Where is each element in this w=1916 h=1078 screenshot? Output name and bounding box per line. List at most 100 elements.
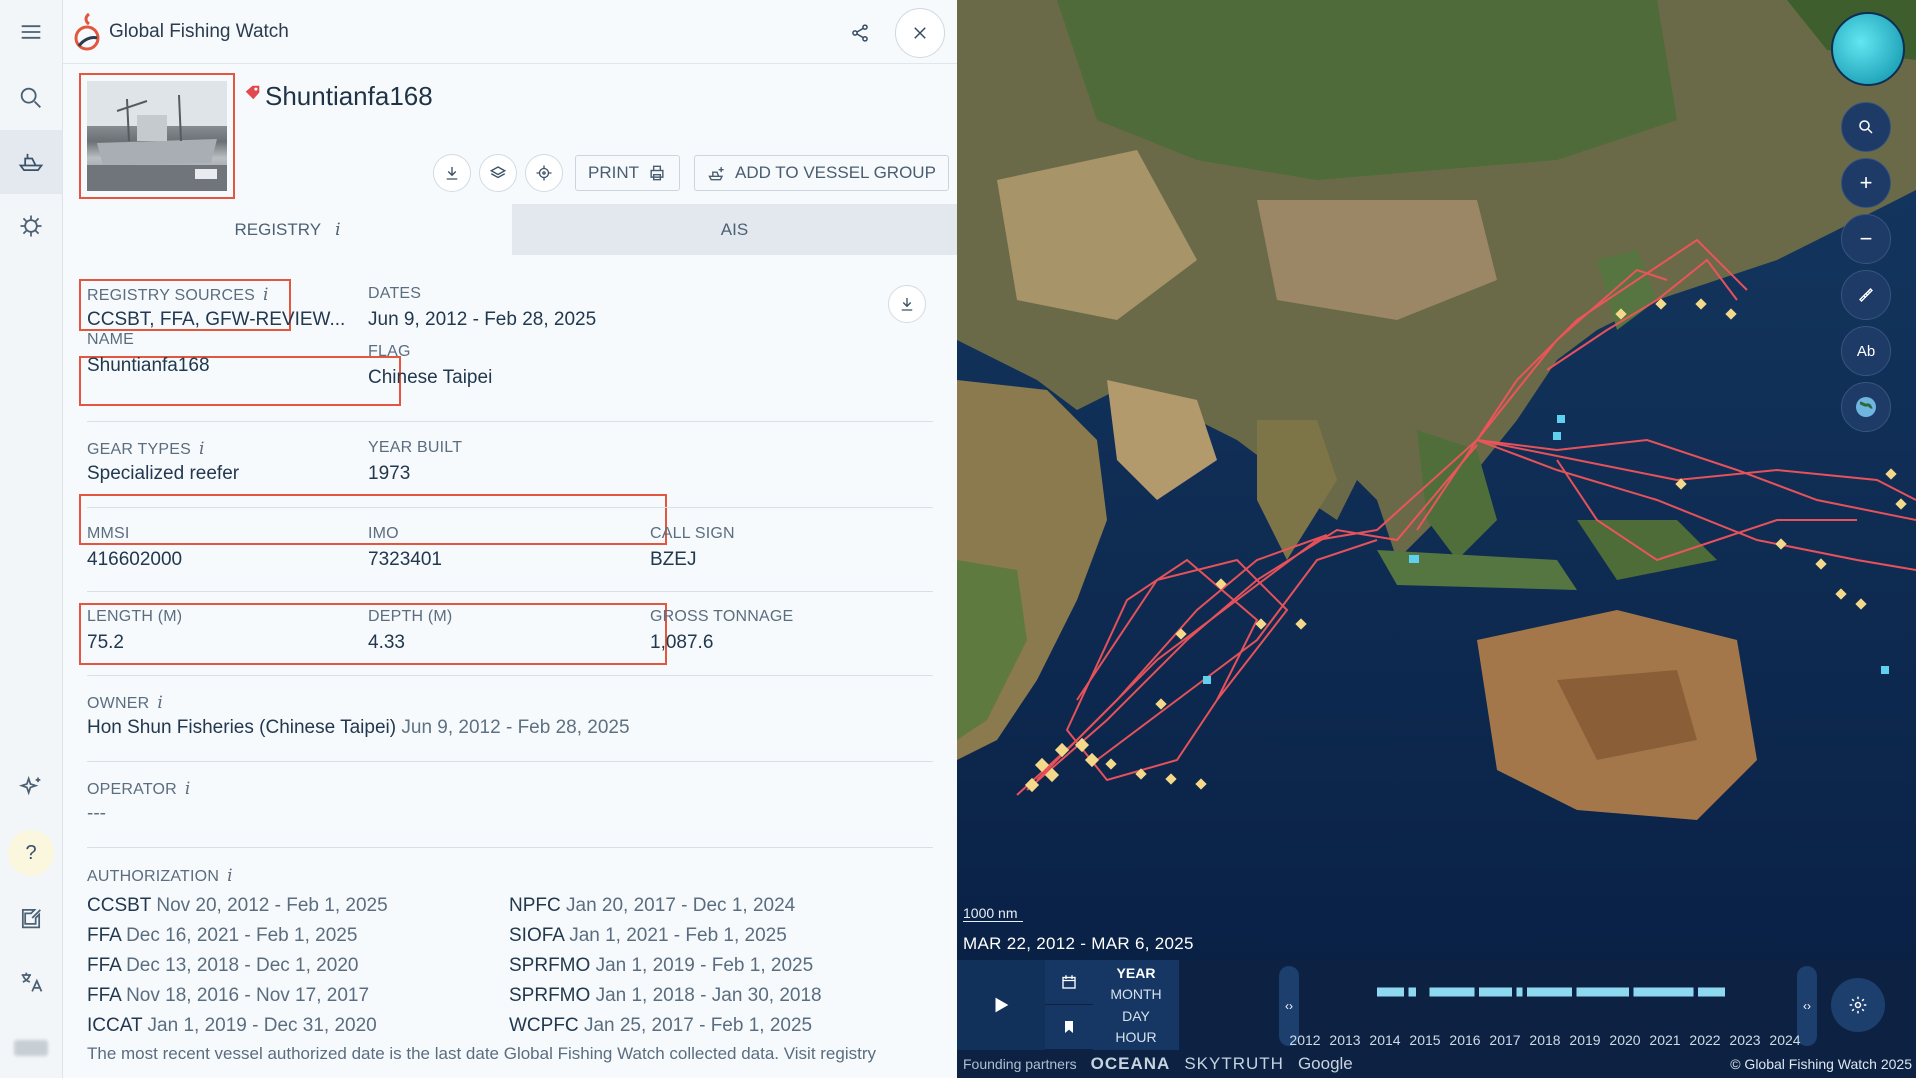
imo-field: IMO 7323401 xyxy=(368,525,442,571)
skytruth-logo[interactable]: SKYTRUTH xyxy=(1184,1054,1284,1074)
vessel-name: Shuntianfa168 xyxy=(265,81,433,111)
add-to-vessel-group-button[interactable]: ADD TO VESSEL GROUP xyxy=(694,155,949,191)
owner-dates: Jun 9, 2012 - Feb 28, 2025 xyxy=(401,717,630,738)
length-field: LENGTH (M) 75.2 xyxy=(87,608,182,654)
info-icon[interactable]: i xyxy=(335,220,340,240)
operator-field: OPERATOR i --- xyxy=(87,779,191,825)
basemap-icon[interactable] xyxy=(1841,382,1891,432)
year-label: 2023 xyxy=(1729,1032,1761,1048)
mmsi-value: 416602000 xyxy=(87,549,183,570)
info-icon[interactable]: i xyxy=(185,779,191,799)
annotation-icon[interactable]: Ab xyxy=(1841,326,1891,376)
vessel-group-icon xyxy=(708,167,724,181)
bookmark-icon[interactable] xyxy=(1045,1005,1093,1050)
authorization-label: AUTHORIZATION xyxy=(87,868,220,885)
help-icon[interactable]: ? xyxy=(8,830,54,876)
year-built-label: YEAR BUILT xyxy=(368,439,463,456)
map-footer: Founding partners OCEANA SKYTRUTH Google… xyxy=(957,1050,1916,1078)
zoom-out-icon[interactable]: − xyxy=(1841,214,1891,264)
year-label: 2014 xyxy=(1369,1032,1401,1048)
owner-name[interactable]: Hon Shun Fisheries (Chinese Taipei) xyxy=(87,717,396,738)
target-icon[interactable] xyxy=(525,154,563,192)
year-label: 2016 xyxy=(1449,1032,1481,1048)
vessel-icon[interactable] xyxy=(0,130,62,194)
tab-ais[interactable]: AIS xyxy=(512,204,957,255)
divider xyxy=(87,507,933,508)
ruler-icon[interactable] xyxy=(1841,270,1891,320)
granularity-month[interactable]: MONTH xyxy=(1110,986,1161,1002)
workspace-icon[interactable] xyxy=(0,194,62,258)
print-label: PRINT xyxy=(588,163,639,182)
left-rail: ? xyxy=(0,0,63,1078)
calendar-icon[interactable] xyxy=(1045,960,1093,1005)
app-title: Global Fishing Watch xyxy=(109,20,289,42)
divider xyxy=(87,675,933,676)
year-label: 2021 xyxy=(1649,1032,1681,1048)
info-icon[interactable]: i xyxy=(157,693,163,713)
panel-topbar: Global Fishing Watch xyxy=(63,0,957,64)
operator-label: OPERATOR xyxy=(87,781,177,798)
search-icon[interactable] xyxy=(1841,102,1891,152)
granularity-day[interactable]: DAY xyxy=(1122,1008,1150,1024)
mmsi-label: MMSI xyxy=(87,525,130,542)
info-icon[interactable]: i xyxy=(227,866,233,886)
vessel-photo-highlight xyxy=(79,73,235,199)
gfw-logo-icon xyxy=(73,10,103,54)
gear-types-value: Specialized reefer xyxy=(87,463,240,484)
authorization-item: ICCAT Jan 1, 2019 - Dec 31, 2020 xyxy=(87,1015,377,1036)
granularity-hour[interactable]: HOUR xyxy=(1115,1029,1156,1045)
oceana-logo[interactable]: OCEANA xyxy=(1091,1054,1171,1074)
gross-tonnage-field: GROSS TONNAGE 1,087.6 xyxy=(650,608,793,654)
user-avatar[interactable] xyxy=(14,1040,48,1056)
registry-details: GEAR TYPES i Specialized reefer YEAR BUIL… xyxy=(63,255,957,1078)
feedback-icon[interactable] xyxy=(0,886,62,950)
length-value: 75.2 xyxy=(87,632,124,653)
search-icon[interactable] xyxy=(0,66,62,130)
activity-track xyxy=(1377,987,1725,997)
operator-value: --- xyxy=(87,803,106,824)
timebar-years: 2012 2013 2014 2015 2016 2017 2018 2019 … xyxy=(1285,1032,1805,1048)
year-label: 2013 xyxy=(1329,1032,1361,1048)
zoom-in-icon[interactable]: + xyxy=(1841,158,1891,208)
call-sign-field: CALL SIGN BZEJ xyxy=(650,525,735,571)
language-icon[interactable] xyxy=(0,950,62,1014)
owner-field: OWNER i Hon Shun Fisheries (Chinese Taipe… xyxy=(87,693,630,739)
authorization-field: AUTHORIZATION i xyxy=(87,866,233,886)
authorization-item: FFA Nov 18, 2016 - Nov 17, 2017 xyxy=(87,985,370,1006)
authorization-footnote: The most recent vessel authorized date i… xyxy=(87,1044,876,1063)
printer-icon xyxy=(650,165,664,181)
tab-registry[interactable]: REGISTRY i xyxy=(63,204,512,255)
info-icon[interactable]: i xyxy=(199,439,205,459)
divider xyxy=(87,421,933,422)
imo-value: 7323401 xyxy=(368,549,442,570)
call-sign-value: BZEJ xyxy=(650,549,697,570)
owner-label: OWNER xyxy=(87,695,150,712)
download-icon[interactable] xyxy=(433,154,471,192)
time-granularity: YEAR MONTH DAY HOUR xyxy=(1093,960,1179,1050)
vessel-track-layer xyxy=(1016,238,1916,796)
year-label: 2012 xyxy=(1289,1032,1321,1048)
vessel-header: Shuntianfa168 PRINT ADD TO VESSEL GROUP xyxy=(63,64,957,204)
close-icon[interactable] xyxy=(895,8,945,58)
granularity-year[interactable]: YEAR xyxy=(1117,965,1156,981)
founding-partners-label: Founding partners xyxy=(963,1056,1077,1072)
authorization-item: SPRFMO Jan 1, 2018 - Jan 30, 2018 xyxy=(509,985,822,1006)
play-button[interactable] xyxy=(957,960,1045,1050)
map-scale: 1000 nm xyxy=(963,905,1023,922)
timebar-settings-icon[interactable] xyxy=(1831,978,1885,1032)
divider xyxy=(87,591,933,592)
sparkle-icon[interactable] xyxy=(0,756,62,820)
vessel-photo[interactable] xyxy=(87,81,227,191)
print-button[interactable]: PRINT xyxy=(575,155,680,191)
gross-tonnage-value: 1,087.6 xyxy=(650,632,714,653)
layers-icon[interactable] xyxy=(479,154,517,192)
menu-icon[interactable] xyxy=(0,0,62,64)
map-view[interactable]: + − Ab 1000 nm MAR 22, 2012 - MAR 6, 202… xyxy=(957,0,1916,1078)
google-logo: Google xyxy=(1297,1054,1353,1073)
depth-value: 4.33 xyxy=(368,632,405,653)
authorization-item: CCSBT Nov 20, 2012 - Feb 1, 2025 xyxy=(87,895,388,916)
share-icon[interactable] xyxy=(835,8,885,58)
globe-minimap[interactable] xyxy=(1831,12,1905,86)
call-sign-label: CALL SIGN xyxy=(650,525,735,542)
authorization-item: WCPFC Jan 25, 2017 - Feb 1, 2025 xyxy=(509,1015,813,1036)
